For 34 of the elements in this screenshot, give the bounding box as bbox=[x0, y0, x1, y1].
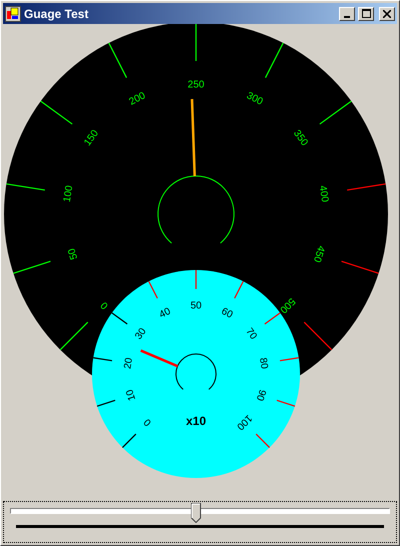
dial-label: 100 bbox=[234, 412, 254, 432]
dial-label: 300 bbox=[244, 90, 264, 108]
minimize-icon bbox=[344, 16, 350, 18]
maximize-button[interactable] bbox=[358, 6, 374, 20]
window-title: Guage Test bbox=[24, 6, 90, 20]
dial-label: 450 bbox=[310, 244, 326, 264]
close-icon bbox=[383, 10, 391, 18]
dial-label: 30 bbox=[133, 326, 149, 342]
slider-thumb[interactable] bbox=[191, 503, 202, 523]
dial-label: 100 bbox=[62, 184, 76, 203]
dial-label: 50 bbox=[66, 246, 80, 261]
dial-label: 10 bbox=[124, 388, 138, 402]
minimize-button[interactable] bbox=[339, 6, 355, 20]
app-icon bbox=[5, 6, 21, 22]
dial-label: 500 bbox=[277, 295, 297, 315]
dial-label: 40 bbox=[158, 306, 173, 321]
dial-label: 60 bbox=[219, 306, 234, 321]
slider-track[interactable] bbox=[10, 508, 390, 514]
dial-label: 150 bbox=[82, 128, 101, 148]
dial-label: 70 bbox=[243, 326, 259, 342]
dial-label: 0 bbox=[142, 416, 154, 428]
dial-label: 0 bbox=[98, 299, 111, 312]
close-button[interactable] bbox=[379, 6, 395, 20]
dial-label: 250 bbox=[188, 80, 204, 90]
dial-label: 90 bbox=[254, 388, 268, 402]
dial-label: 20 bbox=[122, 357, 136, 370]
dial-label: 350 bbox=[291, 128, 310, 148]
gauge-caption: x10 bbox=[186, 414, 206, 428]
hub-arc bbox=[176, 354, 216, 390]
dial-label: 50 bbox=[190, 300, 202, 312]
dial-label: 400 bbox=[316, 184, 330, 203]
maximize-icon bbox=[362, 9, 370, 18]
dial-label: 80 bbox=[256, 357, 270, 370]
dial-label: 200 bbox=[128, 90, 148, 108]
